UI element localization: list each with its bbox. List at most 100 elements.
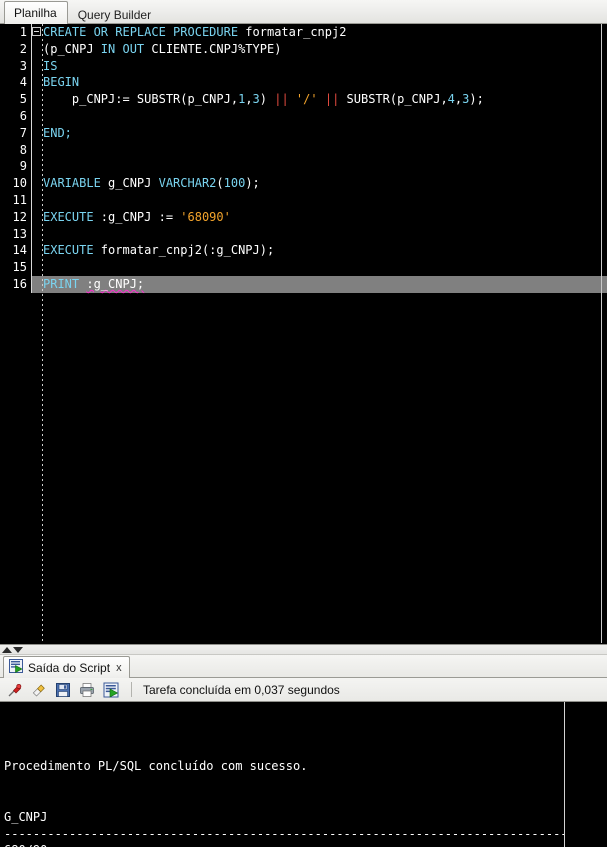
eraser-icon[interactable] <box>30 681 48 699</box>
code-token: 100 <box>223 176 246 191</box>
code-token: formatar_cnpj2 <box>245 25 347 39</box>
console-line: Procedimento PL/SQL concluído com sucess… <box>4 759 308 774</box>
code-text: END; <box>42 125 607 142</box>
line-number: 12 <box>0 208 32 226</box>
code-token: PRINT <box>43 276 87 291</box>
code-line[interactable]: 9 <box>0 158 607 176</box>
line-number: 6 <box>0 107 32 125</box>
splitter-up-arrow-icon[interactable] <box>2 646 12 653</box>
console-column-divider <box>564 702 565 847</box>
tab-saida-do-script[interactable]: Saída do Script x <box>3 656 130 678</box>
line-number: 3 <box>0 57 32 75</box>
line-number: 11 <box>0 191 32 209</box>
code-token: END; <box>43 125 72 140</box>
code-text: PRINT :g_CNPJ; <box>42 276 607 293</box>
code-line[interactable]: 1 CREATE OR REPLACE PROCEDURE formatar_cn… <box>0 24 607 41</box>
code-token: VARIABLE <box>43 176 109 191</box>
code-token: BEGIN <box>43 75 80 90</box>
code-token: CREATE OR REPLACE PROCEDURE <box>43 25 246 39</box>
code-line[interactable]: 6 <box>0 107 607 125</box>
code-token: ); <box>245 176 260 191</box>
output-toolbar: Tarefa concluída em 0,037 segundos <box>0 678 607 702</box>
code-line[interactable]: 3 IS <box>0 57 607 75</box>
editor-tabstrip: Planilha Query Builder <box>0 0 607 24</box>
code-line[interactable]: 2 (p_CNPJ IN OUT CLIENTE.CNPJ%TYPE) <box>0 40 607 58</box>
code-editor[interactable]: 1 CREATE OR REPLACE PROCEDURE formatar_cn… <box>0 24 607 643</box>
line-number: 15 <box>0 259 32 276</box>
code-text: IS <box>42 58 607 75</box>
sqldeveloper-window: Planilha Query Builder 1 CREATE OR REPLAC… <box>0 0 607 847</box>
code-token: g_CNPJ <box>108 176 159 191</box>
console-line: ----------------------------------------… <box>4 826 564 841</box>
code-text: (p_CNPJ IN OUT CLIENTE.CNPJ%TYPE) <box>42 41 607 58</box>
code-token: IN OUT <box>100 41 152 56</box>
code-token: || <box>274 92 289 107</box>
code-line[interactable]: 16 PRINT :g_CNPJ; <box>0 275 607 293</box>
tab-query-builder-label: Query Builder <box>77 8 152 22</box>
editor-right-margin-rule <box>601 24 602 643</box>
tab-query-builder[interactable]: Query Builder <box>68 4 162 25</box>
close-icon[interactable]: x <box>115 662 123 674</box>
code-text: BEGIN <box>42 74 607 91</box>
code-token: :g_CNPJ; <box>86 276 145 291</box>
line-number: 13 <box>0 225 32 243</box>
code-token: formatar_cnpj2(:g_CNPJ); <box>100 243 275 258</box>
panel-splitter[interactable] <box>0 644 607 655</box>
code-line[interactable]: 11 <box>0 191 607 209</box>
pin-icon[interactable] <box>6 681 24 699</box>
tab-planilha-label: Planilha <box>14 6 57 20</box>
code-line[interactable]: 15 <box>0 259 607 276</box>
code-token: ); <box>469 92 484 107</box>
line-number: 5 <box>0 91 32 108</box>
code-line[interactable]: 8 <box>0 141 607 159</box>
line-number: 16 <box>0 275 32 293</box>
script-output-console[interactable]: Procedimento PL/SQL concluído com sucess… <box>0 702 607 847</box>
code-token: , <box>245 92 253 107</box>
code-editor-panel[interactable]: 1 CREATE OR REPLACE PROCEDURE formatar_cn… <box>0 24 607 644</box>
code-text: EXECUTE :g_CNPJ := '68090' <box>42 209 607 226</box>
code-token: EXECUTE <box>43 243 101 258</box>
code-token: SUBSTR(p_CNPJ, <box>339 92 448 107</box>
code-line[interactable]: 14 EXECUTE formatar_cnpj2(:g_CNPJ); <box>0 242 607 260</box>
tab-planilha[interactable]: Planilha <box>4 1 68 24</box>
fold-toggle-icon[interactable] <box>32 24 42 41</box>
code-line[interactable]: 5 p_CNPJ:= SUBSTR(p_CNPJ,1,3) || '/' || … <box>0 91 607 108</box>
code-line[interactable]: 7 END; <box>0 124 607 142</box>
print-icon[interactable] <box>78 681 96 699</box>
console-line: 680/90 <box>4 842 607 847</box>
tab-saida-do-script-label: Saída do Script <box>28 660 111 675</box>
toolbar-separator <box>131 682 132 697</box>
save-icon[interactable] <box>54 681 72 699</box>
code-token: CLIENTE.CNPJ%TYPE) <box>151 41 282 56</box>
script-output-icon <box>9 659 23 676</box>
console-line: G_CNPJ <box>4 809 48 824</box>
run-script-icon[interactable] <box>102 681 120 699</box>
line-number: 10 <box>0 175 32 192</box>
output-tabstrip: Saída do Script x <box>0 655 607 678</box>
code-token: 3 <box>252 92 260 107</box>
code-line[interactable]: 4 BEGIN <box>0 74 607 92</box>
code-line[interactable]: 12 EXECUTE :g_CNPJ := '68090' <box>0 208 607 226</box>
code-token: (p_CNPJ <box>43 41 101 56</box>
code-line[interactable]: 10 VARIABLE g_CNPJ VARCHAR2(100); <box>0 175 607 192</box>
line-number: 1 <box>0 24 32 41</box>
splitter-down-arrow-icon[interactable] <box>13 646 23 653</box>
code-text: CREATE OR REPLACE PROCEDURE formatar_cnp… <box>42 24 607 41</box>
code-line[interactable]: 13 <box>0 225 607 243</box>
code-text: EXECUTE formatar_cnpj2(:g_CNPJ); <box>42 242 607 259</box>
